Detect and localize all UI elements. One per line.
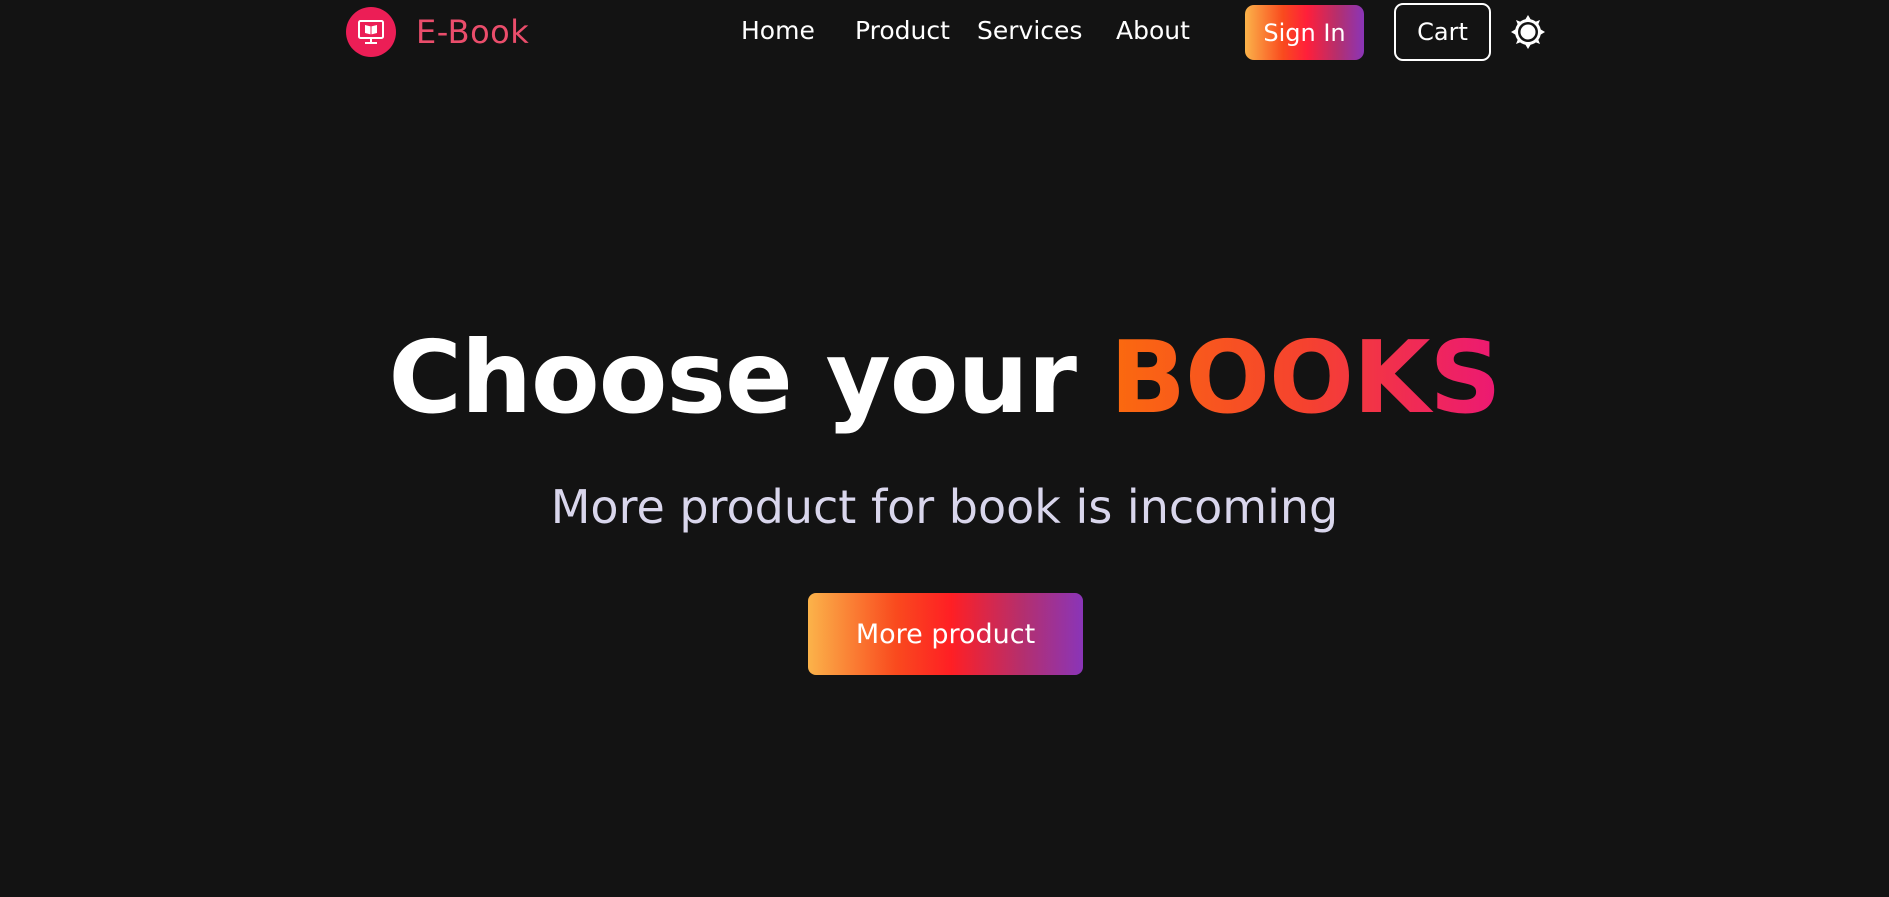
nav-services-link[interactable]: Services (977, 16, 1082, 45)
sun-icon (1511, 15, 1545, 49)
more-product-button[interactable]: More product (808, 593, 1083, 675)
nav-home-link[interactable]: Home (741, 16, 815, 45)
cart-button[interactable]: Cart (1394, 3, 1491, 61)
nav-about-link[interactable]: About (1116, 16, 1190, 45)
hero-subtitle: More product for book is incoming (550, 480, 1339, 534)
sign-in-button[interactable]: Sign In (1245, 5, 1364, 60)
theme-toggle[interactable] (1510, 14, 1546, 50)
brand-logo-link[interactable]: E-Book (346, 7, 529, 57)
hero-title-plain: Choose your (388, 319, 1110, 436)
hero-title: Choose your BOOKS (0, 318, 1889, 438)
monitor-book-icon (346, 7, 396, 57)
page: E-Book Home Product Services About Sign … (0, 0, 1889, 897)
brand-name: E-Book (416, 13, 530, 51)
hero-title-accent: BOOKS (1109, 319, 1502, 436)
nav-product-link[interactable]: Product (855, 16, 950, 45)
